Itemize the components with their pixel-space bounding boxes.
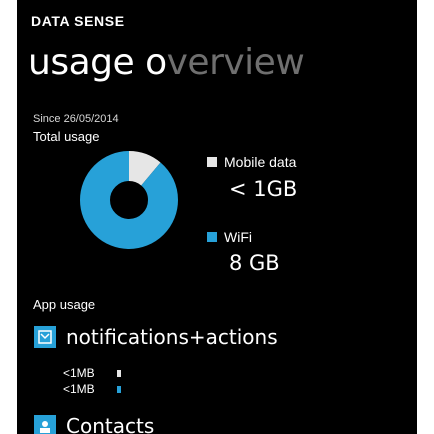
since-date: Since 26/05/2014 — [33, 113, 119, 125]
app-wifi-value: <1MB — [63, 382, 95, 396]
total-usage-label: Total usage — [33, 129, 100, 144]
usage-donut-chart — [80, 151, 178, 249]
app-item-notifications[interactable]: notifications+actions — [34, 325, 278, 349]
legend-mobile-label: Mobile data — [224, 154, 297, 170]
mobile-data-value: < 1GB — [229, 177, 298, 201]
app-mobile-value: <1MB — [63, 366, 95, 380]
app-usage-label: App usage — [33, 297, 96, 312]
people-icon — [34, 415, 56, 434]
wifi-swatch — [207, 232, 217, 242]
phone-screen: DATA SENSE usage overview Since 26/05/20… — [17, 0, 417, 434]
app-mobile-usage: <1MB — [63, 366, 121, 380]
page-title-current: usage o — [28, 42, 167, 83]
legend-wifi-label: WiFi — [224, 229, 252, 245]
app-item-contacts[interactable]: Contacts — [34, 414, 154, 434]
app-title: DATA SENSE — [31, 13, 125, 29]
mobile-data-swatch — [207, 157, 217, 167]
donut-slice-wifi — [80, 151, 178, 249]
page-title[interactable]: usage overview — [28, 41, 305, 85]
app-wifi-usage: <1MB — [63, 382, 121, 396]
app-name: notifications+actions — [66, 325, 278, 349]
wifi-usage-bar — [116, 385, 121, 393]
wifi-value: 8 GB — [229, 251, 280, 275]
mobile-usage-bar — [116, 369, 121, 377]
page-title-next-pivot[interactable]: verview — [167, 42, 305, 83]
legend-mobile-data: Mobile data — [207, 154, 296, 170]
app-name: Contacts — [66, 414, 155, 434]
notifications-icon — [34, 326, 56, 348]
legend-wifi: WiFi — [207, 229, 252, 245]
